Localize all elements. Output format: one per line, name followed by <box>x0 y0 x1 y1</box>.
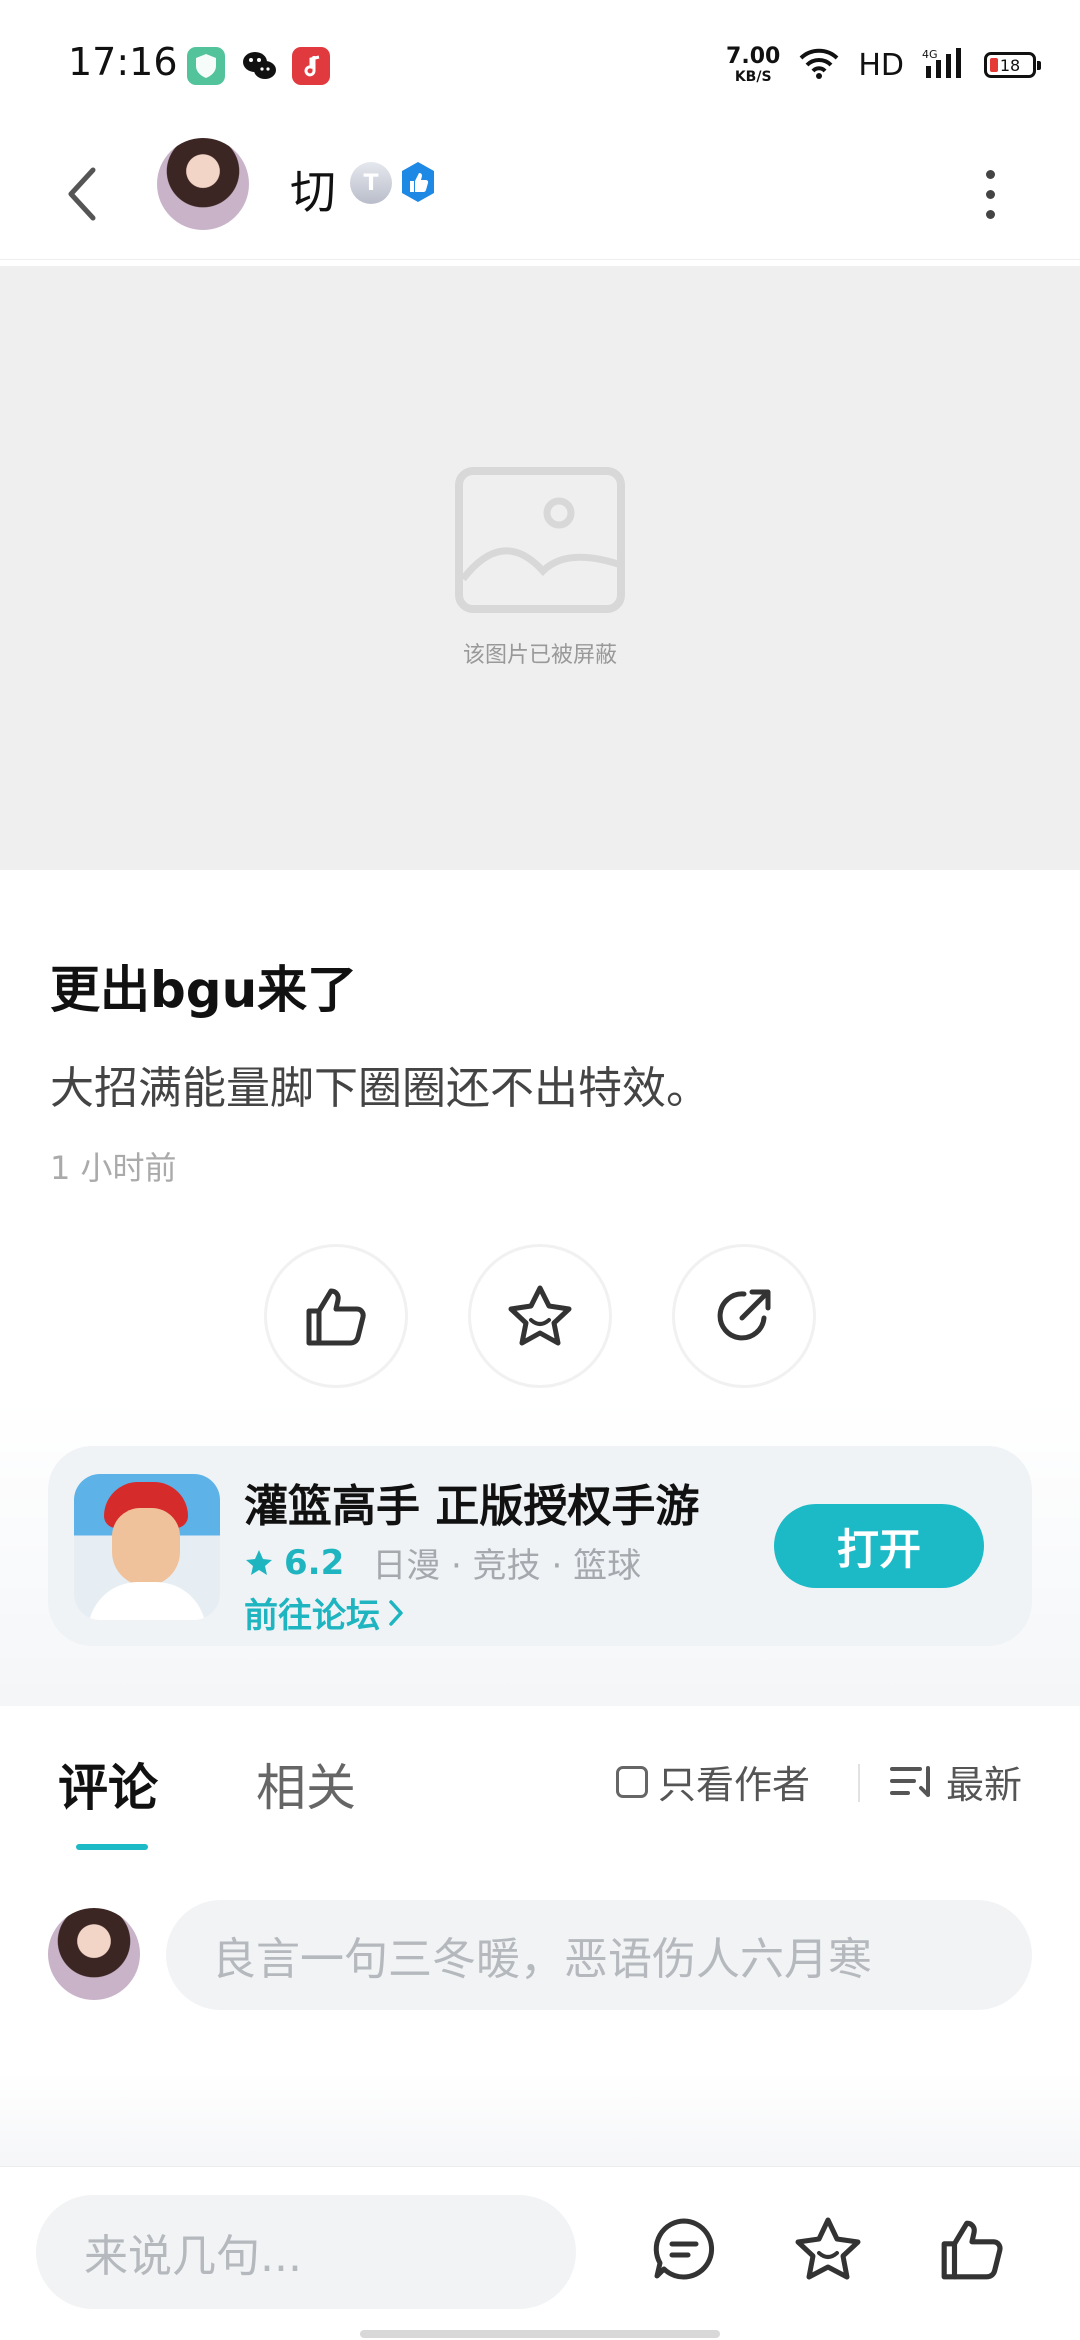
comment-input[interactable]: 良言一句三冬暖，恶语伤人六月寒 <box>166 1900 1032 2010</box>
star-icon <box>508 1285 572 1346</box>
bottom-favorite-button[interactable] <box>788 2209 868 2289</box>
signal-4g-icon: 4G <box>922 46 966 84</box>
my-avatar <box>48 1908 140 2000</box>
comment-button[interactable] <box>644 2209 724 2289</box>
battery-level: 18 <box>999 55 1021 75</box>
author-only-label: 只看作者 <box>658 1763 811 1807</box>
battery-icon: 18 <box>984 52 1041 78</box>
network-speed: 7.00 KB/S <box>726 44 781 85</box>
sort-icon <box>890 1765 930 1797</box>
bottom-like-button[interactable] <box>932 2209 1012 2289</box>
more-options-button[interactable] <box>960 156 1020 232</box>
author-only-checkbox[interactable] <box>616 1765 648 1798</box>
blocked-image-placeholder: 该图片已被屏蔽 <box>0 266 1080 870</box>
game-tags: 日漫 · 竞技 · 篮球 <box>372 1546 642 1586</box>
favorite-button[interactable] <box>468 1244 612 1388</box>
network-speed-unit: KB/S <box>734 69 772 85</box>
tab-related[interactable]: 相关 <box>256 1748 356 1820</box>
tab-comments[interactable]: 评论 <box>58 1748 158 1820</box>
network-speed-value: 7.00 <box>726 44 781 69</box>
thumbs-up-icon <box>306 1288 366 1346</box>
status-bar: 17:16 7.00 KB/S HD 4G 18 <box>0 0 1080 130</box>
rating-star-icon <box>246 1549 272 1575</box>
game-section: 灌篮高手 正版授权手游 6.2 日漫 · 竞技 · 篮球 前往论坛 打开 <box>0 1396 1080 1706</box>
post-title: 更出bgu来了 <box>50 961 358 1019</box>
quick-reply-input[interactable]: 来说几句... <box>36 2195 576 2309</box>
active-tab-indicator <box>76 1844 148 1850</box>
wifi-icon <box>798 46 840 84</box>
author-name[interactable]: 切 <box>290 156 336 222</box>
post-body: 大招满能量脚下圈圈还不出特效。 <box>50 1063 710 1114</box>
game-card[interactable]: 灌篮高手 正版授权手游 6.2 日漫 · 竞技 · 篮球 前往论坛 打开 <box>48 1446 1032 1646</box>
home-indicator[interactable] <box>360 2330 720 2338</box>
game-meta: 6.2 日漫 · 竞技 · 篮球 <box>244 1538 641 1587</box>
back-button[interactable] <box>52 156 112 232</box>
post-actions <box>0 1244 1080 1388</box>
chevron-right-icon <box>389 1599 403 1626</box>
author-avatar[interactable] <box>157 138 249 230</box>
game-icon <box>74 1474 220 1620</box>
game-rating: 6.2 <box>284 1542 345 1583</box>
author-only-filter[interactable]: 只看作者 <box>616 1754 810 1809</box>
wechat-icon <box>240 47 278 85</box>
filter-divider <box>858 1764 860 1802</box>
comment-tabs: 评论 相关 只看作者 最新 <box>0 1706 1080 1856</box>
game-name: 灌篮高手 正版授权手游 <box>244 1481 700 1532</box>
image-placeholder-icon <box>455 467 625 613</box>
forum-link-label: 前往论坛 <box>244 1596 380 1636</box>
post-timestamp: 1 小时前 <box>50 1149 177 1187</box>
verified-thumbs-up-icon <box>396 160 440 204</box>
sort-button[interactable]: 最新 <box>890 1754 1022 1809</box>
share-button[interactable] <box>672 1244 816 1388</box>
blocked-image-text: 该图片已被屏蔽 <box>462 643 617 668</box>
thumbs-up-icon <box>941 2220 1003 2280</box>
hd-indicator: HD <box>858 47 904 83</box>
like-button[interactable] <box>264 1244 408 1388</box>
green-shield-app-icon <box>187 47 225 85</box>
post-header: 切 T <box>0 130 1080 260</box>
chevron-left-icon <box>68 167 96 221</box>
more-vertical-icon <box>985 169 995 179</box>
status-indicators: 7.00 KB/S HD 4G 18 <box>726 40 1041 90</box>
comment-compose-row: 良言一句三冬暖，恶语伤人六月寒 <box>0 1856 1080 2166</box>
star-icon <box>795 2217 861 2280</box>
share-icon <box>717 1289 771 1341</box>
status-time: 17:16 <box>68 40 178 84</box>
svg-text:4G: 4G <box>922 48 938 61</box>
forum-link[interactable]: 前往论坛 <box>244 1588 404 1637</box>
bottom-action-bar: 来说几句... <box>0 2166 1080 2340</box>
sort-label: 最新 <box>946 1763 1023 1807</box>
open-game-button[interactable]: 打开 <box>774 1504 984 1588</box>
music-app-icon <box>292 47 330 85</box>
level-badge: T <box>350 162 392 204</box>
comment-bubble-icon <box>653 2218 715 2280</box>
